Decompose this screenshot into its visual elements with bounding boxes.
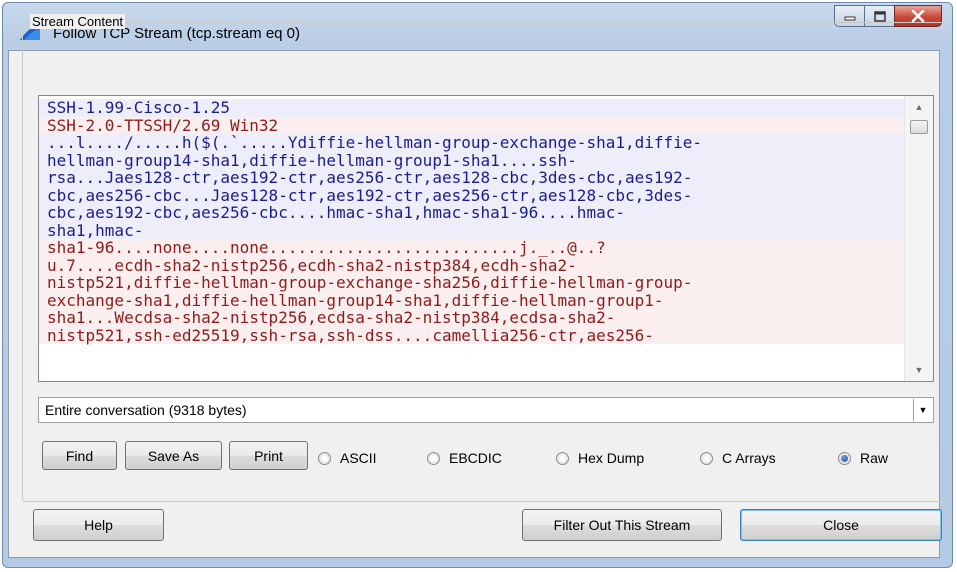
radio-label: C Arrays xyxy=(722,450,776,466)
stream-line: nistp521,ssh-ed25519,ssh-rsa,ssh-dss....… xyxy=(39,326,904,344)
stream-line: nistp521,diffie-hellman-group-exchange-s… xyxy=(39,274,904,292)
stream-line: rsa...Jaes128-ctr,aes192-ctr,aes256-ctr,… xyxy=(39,169,904,187)
scroll-down-arrow-icon[interactable]: ▼ xyxy=(905,359,933,381)
find-button[interactable]: Find xyxy=(42,441,117,470)
scroll-up-arrow-icon[interactable]: ▲ xyxy=(905,96,933,118)
maximize-icon xyxy=(873,10,886,22)
conversation-select[interactable]: Entire conversation (9318 bytes) ▼ xyxy=(38,397,934,423)
radio-ascii[interactable]: ASCII xyxy=(318,449,377,467)
save-as-button-label: Save As xyxy=(147,447,200,464)
save-as-button[interactable]: Save As xyxy=(125,441,222,470)
groupbox-label: Stream Content xyxy=(30,14,126,29)
stream-line: exchange-sha1,diffie-hellman-group14-sha… xyxy=(39,291,904,309)
radio-label: Hex Dump xyxy=(578,450,645,466)
dropdown-arrow-icon[interactable]: ▼ xyxy=(913,399,932,421)
help-button-label: Help xyxy=(84,517,113,533)
print-button[interactable]: Print xyxy=(229,441,308,470)
stream-text[interactable]: SSH-1.99-Cisco-1.25 SSH-2.0-TTSSH/2.69 Wi… xyxy=(39,99,904,344)
stream-line: u.7....ecdh-sha2-nistp256,ecdh-sha2-nist… xyxy=(39,256,904,274)
close-icon xyxy=(911,10,925,22)
stream-line: cbc,aes192-cbc,aes256-cbc....hmac-sha1,h… xyxy=(39,204,904,222)
print-button-label: Print xyxy=(254,447,283,464)
radio-checked-icon[interactable] xyxy=(838,451,851,465)
radio-hex-dump[interactable]: Hex Dump xyxy=(556,449,644,467)
stream-line: ...l..../.....h($(.`.....Ydiffie-hellman… xyxy=(39,134,904,152)
stream-line: hellman-group14-sha1,diffie-hellman-grou… xyxy=(39,151,904,169)
radio-ebcdic[interactable]: EBCDIC xyxy=(427,449,502,467)
minimize-icon xyxy=(844,16,855,21)
radio-c-arrays[interactable]: C Arrays xyxy=(700,449,776,467)
stream-line: sha1...Wecdsa-sha2-nistp256,ecdsa-sha2-n… xyxy=(39,309,904,327)
stream-line: sha1-96....none....none.................… xyxy=(39,239,904,257)
radio-icon[interactable] xyxy=(556,451,569,465)
stream-line: SSH-1.99-Cisco-1.25 xyxy=(39,99,904,117)
scroll-thumb[interactable] xyxy=(910,120,928,134)
close-button-label: Close xyxy=(823,517,859,533)
radio-label: Raw xyxy=(860,450,889,466)
radio-label: ASCII xyxy=(340,450,377,466)
radio-label: EBCDIC xyxy=(449,450,502,466)
filter-out-button-label: Filter Out This Stream xyxy=(553,517,691,533)
radio-icon[interactable] xyxy=(427,451,440,465)
vertical-scrollbar[interactable]: ▲ ▼ xyxy=(904,96,933,381)
radio-raw[interactable]: Raw xyxy=(838,449,888,467)
stream-line: SSH-2.0-TTSSH/2.69 Win32 xyxy=(39,116,904,134)
stream-line: cbc,aes256-cbc...Jaes128-ctr,aes192-ctr,… xyxy=(39,186,904,204)
help-button[interactable]: Help xyxy=(33,509,164,541)
radio-icon[interactable] xyxy=(318,451,331,465)
conversation-select-value: Entire conversation (9318 bytes) xyxy=(45,402,247,418)
close-button[interactable]: Close xyxy=(740,509,942,541)
stream-content-view[interactable]: SSH-1.99-Cisco-1.25 SSH-2.0-TTSSH/2.69 Wi… xyxy=(38,95,934,382)
stream-line: sha1,hmac- xyxy=(39,221,904,239)
find-button-label: Find xyxy=(65,447,94,464)
radio-icon[interactable] xyxy=(700,451,713,465)
filter-out-stream-button[interactable]: Filter Out This Stream xyxy=(522,509,722,541)
